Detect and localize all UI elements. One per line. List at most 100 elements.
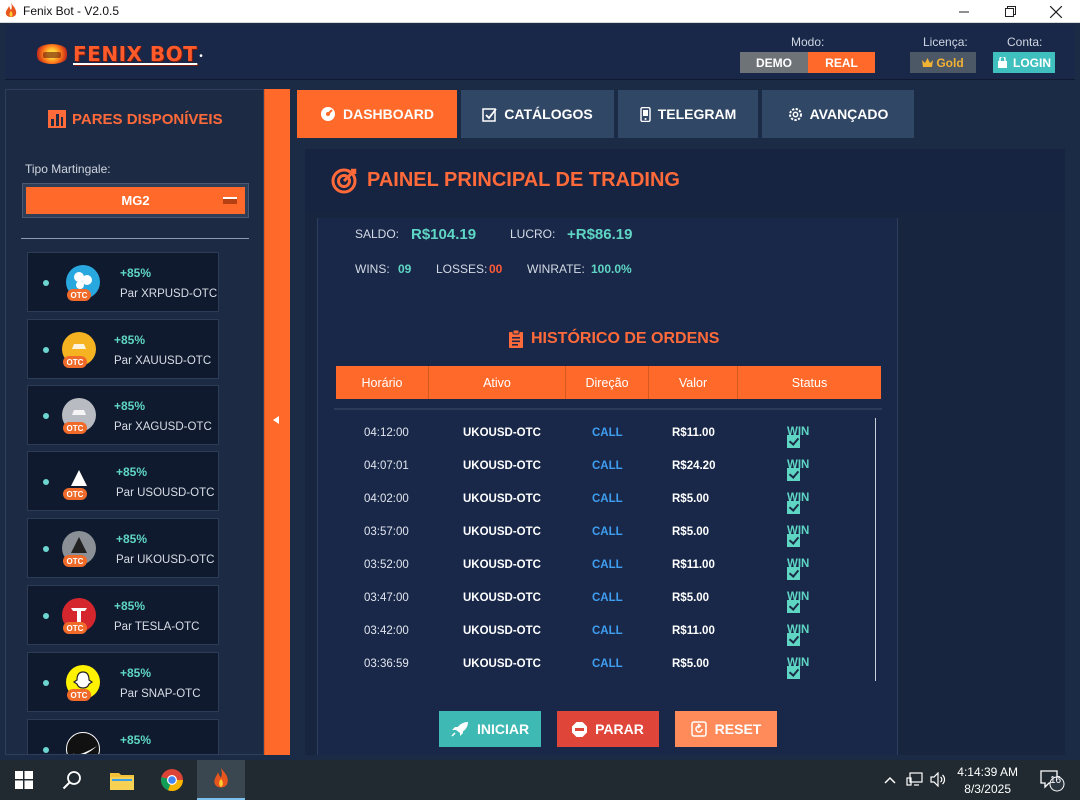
table-separator — [334, 408, 882, 410]
pair-name: Par USOUSD-OTC — [116, 487, 215, 499]
pair-card[interactable]: OTC +85% Par SNAP-OTC — [27, 652, 219, 712]
fenix-bot-taskbar-button[interactable] — [197, 760, 245, 800]
tab-dashboard[interactable]: DASHBOARD — [297, 90, 457, 138]
check-icon — [787, 501, 800, 514]
reset-button[interactable]: RESET — [675, 711, 777, 747]
chrome-button[interactable] — [148, 760, 196, 800]
order-asset: UKOUSD-OTC — [463, 493, 541, 505]
pair-card[interactable]: OTC +85% Par UKOUSD-OTC — [27, 518, 219, 578]
pair-payout: +85% — [114, 399, 146, 413]
volume-button[interactable] — [930, 771, 947, 790]
order-asset: UKOUSD-OTC — [463, 526, 541, 538]
table-row: 04:07:01 UKOUSD-OTC CALL R$24.20 WIN — [336, 451, 876, 484]
order-value: R$5.00 — [672, 493, 710, 505]
search-button[interactable] — [48, 760, 96, 800]
order-direction: CALL — [592, 625, 623, 637]
martingale-select[interactable]: MG2 — [22, 183, 249, 218]
pair-name: Par TESLA-OTC — [114, 621, 200, 633]
order-asset: UKOUSD-OTC — [463, 658, 541, 670]
order-time: 03:47:00 — [364, 592, 409, 604]
table-row: 03:47:00 UKOUSD-OTC CALL R$5.00 WIN — [336, 583, 876, 616]
windows-taskbar: 4:14:39 AM 8/3/2025 16 — [0, 760, 1080, 800]
losses-value: 00 — [489, 262, 503, 276]
pair-card[interactable]: OTC +85% Par XAGUSD-OTC — [27, 385, 219, 445]
file-explorer-button[interactable] — [98, 760, 146, 800]
close-button[interactable] — [1033, 0, 1079, 23]
pair-card[interactable]: OTC +85% Par USOUSD-OTC — [27, 451, 219, 511]
otc-badge: OTC — [63, 356, 87, 368]
sidebar-collapse-rail[interactable] — [264, 89, 290, 755]
check-icon — [787, 567, 800, 580]
mode-real-button[interactable]: REAL — [808, 52, 875, 73]
sidebar-divider — [21, 238, 249, 239]
start-menu-button[interactable] — [0, 760, 48, 800]
otc-badge: OTC — [63, 555, 87, 567]
saldo-value: R$104.19 — [411, 226, 477, 243]
chrome-icon — [161, 769, 184, 792]
order-time: 03:36:59 — [364, 658, 409, 670]
restore-button[interactable] — [987, 0, 1033, 23]
speaker-icon — [930, 771, 946, 788]
pair-card[interactable]: OTC +85% Par TESLA-OTC — [27, 585, 219, 645]
status-dot — [43, 280, 49, 286]
pair-name: Par UKOUSD-OTC — [116, 554, 215, 566]
login-button[interactable]: LOGIN — [993, 52, 1055, 73]
pair-payout: +85% — [114, 599, 146, 613]
action-center-button[interactable]: 16 — [1040, 770, 1066, 795]
status-dot — [43, 546, 49, 552]
winrate-label: WINRATE: — [527, 262, 585, 276]
pair-card[interactable]: OTC+85% — [27, 719, 219, 754]
tab-avancado[interactable]: AVANÇADO — [762, 90, 914, 138]
order-status: WIN — [787, 591, 809, 613]
stop-button[interactable]: PARAR — [557, 711, 659, 747]
status-dot — [43, 613, 49, 619]
tab-telegram[interactable]: TELEGRAM — [618, 90, 758, 138]
pair-name: Par XAUUSD-OTC — [114, 355, 212, 367]
window-titlebar: Fenix Bot - V2.0.5 — [0, 0, 1080, 23]
show-hidden-icons-button[interactable] — [884, 772, 896, 787]
order-value: R$11.00 — [672, 625, 715, 637]
minimize-button[interactable] — [941, 0, 987, 23]
crown-icon — [922, 58, 934, 67]
order-direction: CALL — [592, 526, 623, 538]
otc-badge: OTC — [63, 422, 87, 434]
nike-icon — [66, 732, 100, 754]
check-icon — [787, 435, 800, 448]
mode-demo-button[interactable]: DEMO — [740, 52, 808, 73]
status-dot — [43, 479, 49, 485]
history-title: HISTÓRICO DE ORDENS — [508, 330, 719, 348]
col-status: Status — [791, 375, 828, 390]
check-icon — [787, 468, 800, 481]
check-icon — [787, 633, 800, 646]
order-time: 04:12:00 — [364, 427, 409, 439]
pair-name: Par XAGUSD-OTC — [114, 421, 212, 433]
martingale-value: MG2 — [121, 193, 150, 208]
order-value: R$5.00 — [672, 526, 710, 538]
tab-catalogos[interactable]: CATÁLOGOS — [461, 90, 614, 138]
status-dot — [43, 747, 49, 753]
network-button[interactable] — [906, 772, 923, 790]
notification-count: 16 — [1050, 775, 1062, 786]
order-value: R$5.00 — [672, 658, 710, 670]
panel-title: PAINEL PRINCIPAL DE TRADING — [367, 169, 680, 191]
system-clock[interactable]: 4:14:39 AM 8/3/2025 — [957, 764, 1018, 798]
otc-badge: OTC — [67, 289, 91, 301]
dropdown-icon — [223, 197, 237, 204]
order-asset: UKOUSD-OTC — [463, 625, 541, 637]
collapse-arrow-icon[interactable] — [273, 416, 279, 424]
otc-badge: OTC — [67, 689, 91, 701]
folder-icon — [110, 773, 134, 790]
order-value: R$5.00 — [672, 592, 710, 604]
fenix-app-icon — [214, 768, 228, 788]
order-value: R$11.00 — [672, 427, 715, 439]
order-status: WIN — [787, 624, 809, 646]
license-badge: Gold — [910, 52, 976, 73]
pair-card[interactable]: OTC +85% Par XRPUSD-OTC — [27, 252, 219, 312]
table-scrollbar[interactable] — [875, 418, 876, 681]
rocket-icon — [451, 722, 468, 737]
pair-card[interactable]: OTC +85% Par XAUUSD-OTC — [27, 319, 219, 379]
table-row: 04:02:00 UKOUSD-OTC CALL R$5.00 WIN — [336, 484, 876, 517]
check-icon — [787, 666, 800, 679]
app-header: FENIX BOT • Modo: DEMO REAL Licença: Gol… — [5, 25, 1075, 80]
start-button[interactable]: INICIAR — [439, 711, 541, 747]
